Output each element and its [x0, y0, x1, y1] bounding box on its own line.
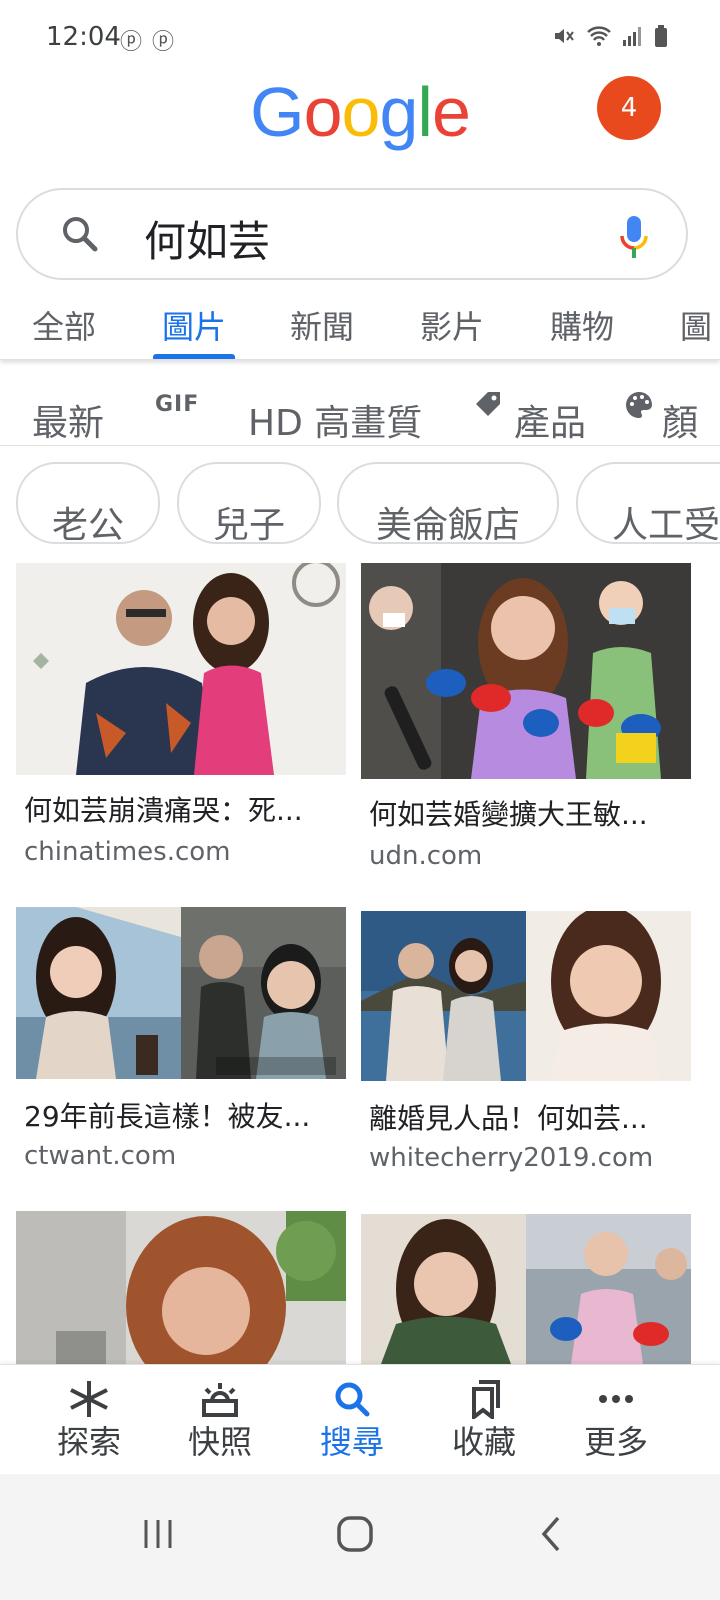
logo-letter: e	[431, 73, 471, 151]
search-input[interactable]: 何如芸	[144, 208, 270, 269]
nav-label: 收藏	[451, 1423, 516, 1461]
filter-color[interactable]: 顏	[662, 394, 698, 445]
account-avatar[interactable]: 4	[597, 76, 661, 140]
nav-label: 快照	[187, 1423, 252, 1461]
search-box[interactable]: 何如芸	[16, 188, 688, 280]
microphone-icon[interactable]	[618, 214, 650, 262]
signal-icon	[623, 27, 641, 46]
nav-discover[interactable]: 探索	[39, 1379, 139, 1463]
asterisk-icon	[70, 1381, 108, 1417]
result-source: udn.com	[369, 841, 483, 871]
chip-son[interactable]: 兒子	[177, 462, 321, 544]
result-thumbnail[interactable]	[361, 911, 691, 1081]
image-result[interactable]: 何如芸崩潰痛哭：死... chinatimes.com	[16, 563, 346, 883]
status-system-icons	[552, 24, 668, 48]
image-result[interactable]	[361, 1214, 691, 1364]
image-result[interactable]: 離婚見人品！何如芸... whitecherry2019.com	[361, 911, 691, 1201]
wifi-icon	[587, 26, 611, 46]
result-title[interactable]: 何如芸婚變擴大王敏...	[369, 793, 648, 833]
result-source: whitecherry2019.com	[369, 1143, 654, 1173]
collections-icon	[472, 1380, 500, 1419]
logo-letter: o	[341, 73, 381, 151]
status-bar: 12:04 ⓟ ⓟ	[0, 0, 720, 80]
tab-books[interactable]: 圖	[680, 302, 712, 348]
mute-icon	[555, 29, 574, 43]
chip-hotel[interactable]: 美侖飯店	[337, 462, 559, 544]
bottom-navigation: 探索 快照 搜尋 收藏 更多	[0, 1364, 720, 1474]
image-result[interactable]	[16, 1211, 346, 1364]
status-notification-icons: ⓟ ⓟ	[120, 24, 174, 56]
chip-artificial[interactable]: 人工受	[576, 462, 720, 544]
result-thumbnail[interactable]	[361, 563, 691, 779]
image-filters: 最新 GIF HD 高畫質 產品 顏	[0, 372, 720, 446]
tab-videos[interactable]: 影片	[420, 302, 484, 348]
recent-apps-icon[interactable]	[128, 1504, 188, 1564]
result-title[interactable]: 何如芸崩潰痛哭：死...	[24, 789, 303, 829]
nav-search[interactable]: 搜尋	[302, 1379, 402, 1463]
status-time: 12:04	[46, 22, 121, 52]
tab-shopping[interactable]: 購物	[550, 302, 614, 348]
back-icon[interactable]	[522, 1504, 582, 1564]
nav-collections[interactable]: 收藏	[434, 1379, 534, 1463]
search-tabs: 全部 圖片 新聞 影片 購物 圖	[0, 290, 720, 360]
filter-gif[interactable]: GIF	[155, 392, 199, 417]
chip-husband[interactable]: 老公	[16, 462, 160, 544]
result-thumbnail[interactable]	[16, 563, 346, 775]
notification-icon: ⓟ	[120, 30, 143, 55]
logo-letter: l	[417, 73, 433, 151]
logo-letter: G	[250, 73, 304, 151]
notification-icon: ⓟ	[152, 30, 175, 55]
result-thumbnail[interactable]	[16, 907, 346, 1079]
nav-label: 搜尋	[319, 1423, 384, 1461]
result-thumbnail[interactable]	[361, 1214, 691, 1364]
search-icon	[335, 1382, 370, 1417]
filter-newest[interactable]: 最新	[32, 394, 104, 445]
battery-icon	[655, 25, 667, 47]
snapshot-icon	[202, 1383, 238, 1417]
search-icon	[63, 217, 98, 252]
result-title[interactable]: 29年前長這樣！被友...	[24, 1095, 310, 1135]
system-navigation-bar	[0, 1474, 720, 1600]
logo-letter: o	[303, 73, 343, 151]
logo-letter: g	[379, 73, 418, 151]
more-icon	[599, 1395, 633, 1403]
nav-snapshot[interactable]: 快照	[170, 1379, 270, 1463]
nav-label: 探索	[56, 1423, 121, 1461]
nav-label: 更多	[583, 1423, 648, 1461]
result-source: ctwant.com	[24, 1141, 177, 1171]
image-result[interactable]: 29年前長這樣！被友... ctwant.com	[16, 907, 346, 1197]
tag-icon	[476, 392, 500, 416]
palette-icon	[626, 392, 652, 418]
filter-products[interactable]: 產品	[514, 394, 586, 445]
image-result[interactable]: 何如芸婚變擴大王敏... udn.com	[361, 563, 691, 883]
tab-all[interactable]: 全部	[32, 302, 96, 348]
home-icon[interactable]	[325, 1504, 385, 1564]
active-tab-indicator	[153, 354, 235, 359]
related-chips: 老公 兒子 美侖飯店 人工受	[0, 460, 720, 544]
nav-more[interactable]: 更多	[566, 1379, 666, 1463]
result-title[interactable]: 離婚見人品！何如芸...	[369, 1097, 648, 1137]
result-source: chinatimes.com	[24, 837, 231, 867]
result-thumbnail[interactable]	[16, 1211, 346, 1364]
tab-news[interactable]: 新聞	[290, 302, 354, 348]
filter-hd[interactable]: HD 高畫質	[248, 394, 422, 445]
tab-images[interactable]: 圖片	[162, 302, 226, 348]
